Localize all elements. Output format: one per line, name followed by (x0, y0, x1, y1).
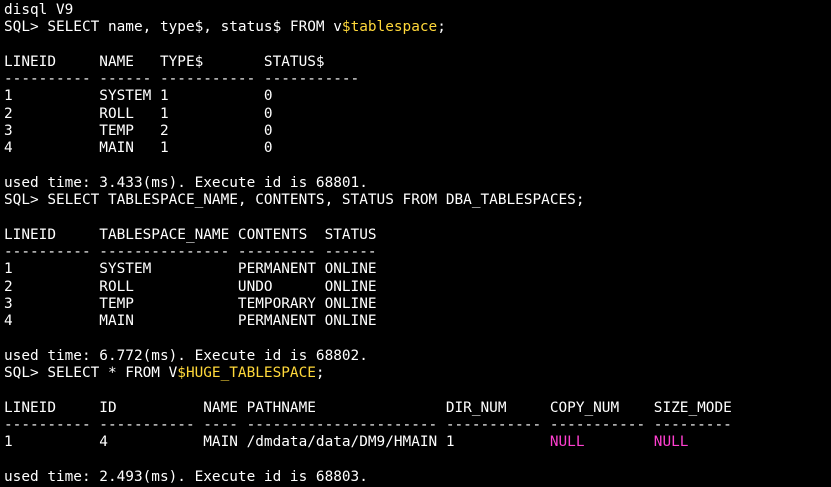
terminal-text: SQL> SELECT name, type$, status$ FROM v (4, 19, 342, 36)
terminal-text: SQL> SELECT TABLESPACE_NAME, CONTENTS, S… (4, 192, 585, 209)
terminal-line: SQL> SELECT TABLESPACE_NAME, CONTENTS, S… (4, 192, 831, 209)
terminal-text: SQL> SELECT * FROM V (4, 365, 178, 382)
terminal-text: ; (315, 365, 325, 382)
terminal-text: LINEID TABLESPACE_NAME CONTENTS STATUS (4, 226, 377, 243)
terminal-line: 4 MAIN PERMANENT ONLINE (4, 313, 831, 330)
terminal-line: used time: 6.772(ms). Execute id is 6880… (4, 348, 831, 365)
terminal-line: disql V9 (4, 2, 831, 19)
terminal-line: used time: 2.493(ms). Execute id is 6880… (4, 469, 831, 486)
terminal-text: 3 TEMP 2 0 (4, 123, 273, 140)
terminal-text: 2 ROLL 1 0 (4, 105, 273, 122)
terminal-line: SQL> SELECT name, type$, status$ FROM v$… (4, 19, 831, 36)
terminal-text: 1 SYSTEM PERMANENT ONLINE (4, 261, 377, 278)
terminal-line: used time: 3.433(ms). Execute id is 6880… (4, 175, 831, 192)
terminal-text: 2 ROLL UNDO ONLINE (4, 278, 377, 295)
terminal-text: 1 SYSTEM 1 0 (4, 88, 273, 105)
terminal-line: 1 SYSTEM 1 0 (4, 88, 831, 105)
terminal-line: LINEID TABLESPACE_NAME CONTENTS STATUS (4, 227, 831, 244)
terminal-line: 1 SYSTEM PERMANENT ONLINE (4, 261, 831, 278)
terminal-text: LINEID NAME TYPE$ STATUS$ (4, 53, 325, 70)
terminal-line: SQL> SELECT * FROM V$HUGE_TABLESPACE; (4, 365, 831, 382)
highlighted-token: $tablespace (341, 19, 438, 36)
highlighted-token: $HUGE_TABLESPACE (177, 365, 316, 382)
terminal-line: LINEID ID NAME PATHNAME DIR_NUM COPY_NUM… (4, 400, 831, 417)
terminal-window[interactable]: disql V9 SQL> SELECT name, type$, status$… (0, 0, 831, 487)
terminal-line: 3 TEMP 2 0 (4, 123, 831, 140)
terminal-text: ; (437, 19, 446, 36)
terminal-line: ---------- ------ ----------- ----------… (4, 71, 831, 88)
terminal-text: 4 MAIN 1 0 (4, 140, 273, 157)
terminal-line: ---------- ----------- ---- ------------… (4, 417, 831, 434)
terminal-text: 1 4 MAIN /dmdata/data/DM9/HMAIN 1 (4, 434, 550, 451)
terminal-line: 4 MAIN 1 0 (4, 140, 831, 157)
terminal-text: 3 TEMP TEMPORARY ONLINE (4, 296, 377, 313)
terminal-text: ---------- ----------- ---- ------------… (4, 417, 732, 434)
null-value: NULL (549, 434, 585, 451)
terminal-line: ---------- --------------- --------- ---… (4, 244, 831, 261)
terminal-text: used time: 2.493(ms). Execute id is 6880… (4, 469, 368, 486)
terminal-line: LINEID NAME TYPE$ STATUS$ (4, 54, 831, 71)
terminal-line: 2 ROLL UNDO ONLINE (4, 279, 831, 296)
terminal-text: disql V9 (4, 2, 74, 18)
terminal-output: disql V9 SQL> SELECT name, type$, status$… (4, 2, 831, 486)
null-value: NULL (653, 434, 689, 451)
terminal-text: ---------- ------ ----------- ----------… (4, 71, 360, 88)
terminal-text: ---------- --------------- --------- ---… (4, 244, 377, 261)
terminal-text: used time: 3.433(ms). Execute id is 6880… (4, 174, 368, 191)
terminal-line: 3 TEMP TEMPORARY ONLINE (4, 296, 831, 313)
terminal-text: used time: 6.772(ms). Execute id is 6880… (4, 347, 368, 364)
terminal-line: 1 4 MAIN /dmdata/data/DM9/HMAIN 1 NULL N… (4, 434, 831, 451)
terminal-text: 4 MAIN PERMANENT ONLINE (4, 313, 377, 330)
terminal-line: 2 ROLL 1 0 (4, 106, 831, 123)
terminal-text: LINEID ID NAME PATHNAME DIR_NUM COPY_NUM… (4, 399, 732, 416)
